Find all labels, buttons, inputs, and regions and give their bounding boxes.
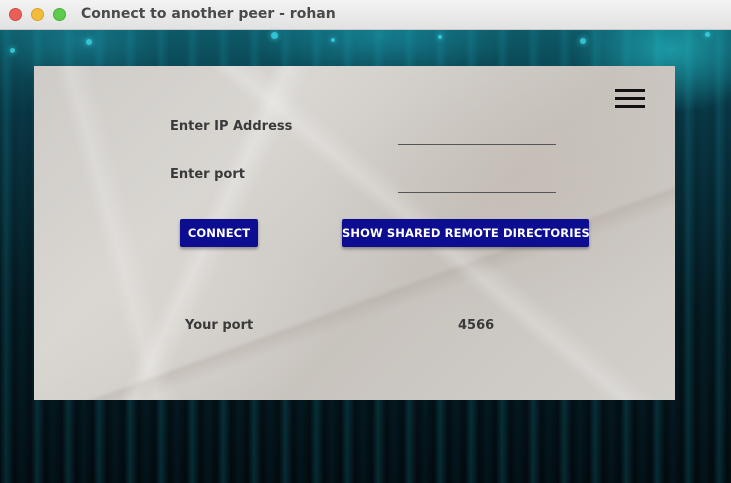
port-input[interactable] xyxy=(398,171,556,193)
background-light-dot xyxy=(438,35,442,39)
background-light-dot xyxy=(331,38,335,42)
port-label: Enter port xyxy=(170,167,245,182)
show-shared-directories-button[interactable]: SHOW SHARED REMOTE DIRECTORIES xyxy=(342,219,590,247)
title-bar[interactable]: Connect to another peer - rohan xyxy=(0,0,731,30)
window-title: Connect to another peer - rohan xyxy=(81,6,336,22)
connect-panel: Enter IP Address Enter port CONNECT SHOW… xyxy=(34,66,675,400)
minimize-window-button[interactable] xyxy=(31,8,44,21)
maximize-window-button[interactable] xyxy=(53,8,66,21)
your-port-value: 4566 xyxy=(458,318,495,333)
your-port-label: Your port xyxy=(185,318,254,333)
background-light-dot xyxy=(271,32,278,39)
connect-button[interactable]: CONNECT xyxy=(180,219,258,247)
ip-address-label: Enter IP Address xyxy=(170,119,293,134)
background-light-dot xyxy=(86,39,92,45)
background-light-dot xyxy=(705,32,710,37)
ip-address-input[interactable] xyxy=(398,123,556,145)
background-light-dot xyxy=(10,48,15,53)
close-window-button[interactable] xyxy=(9,8,22,21)
app-window: Connect to another peer - rohan Enter IP… xyxy=(0,0,731,483)
menu-button[interactable] xyxy=(615,88,645,110)
background-light-dot xyxy=(580,38,586,44)
